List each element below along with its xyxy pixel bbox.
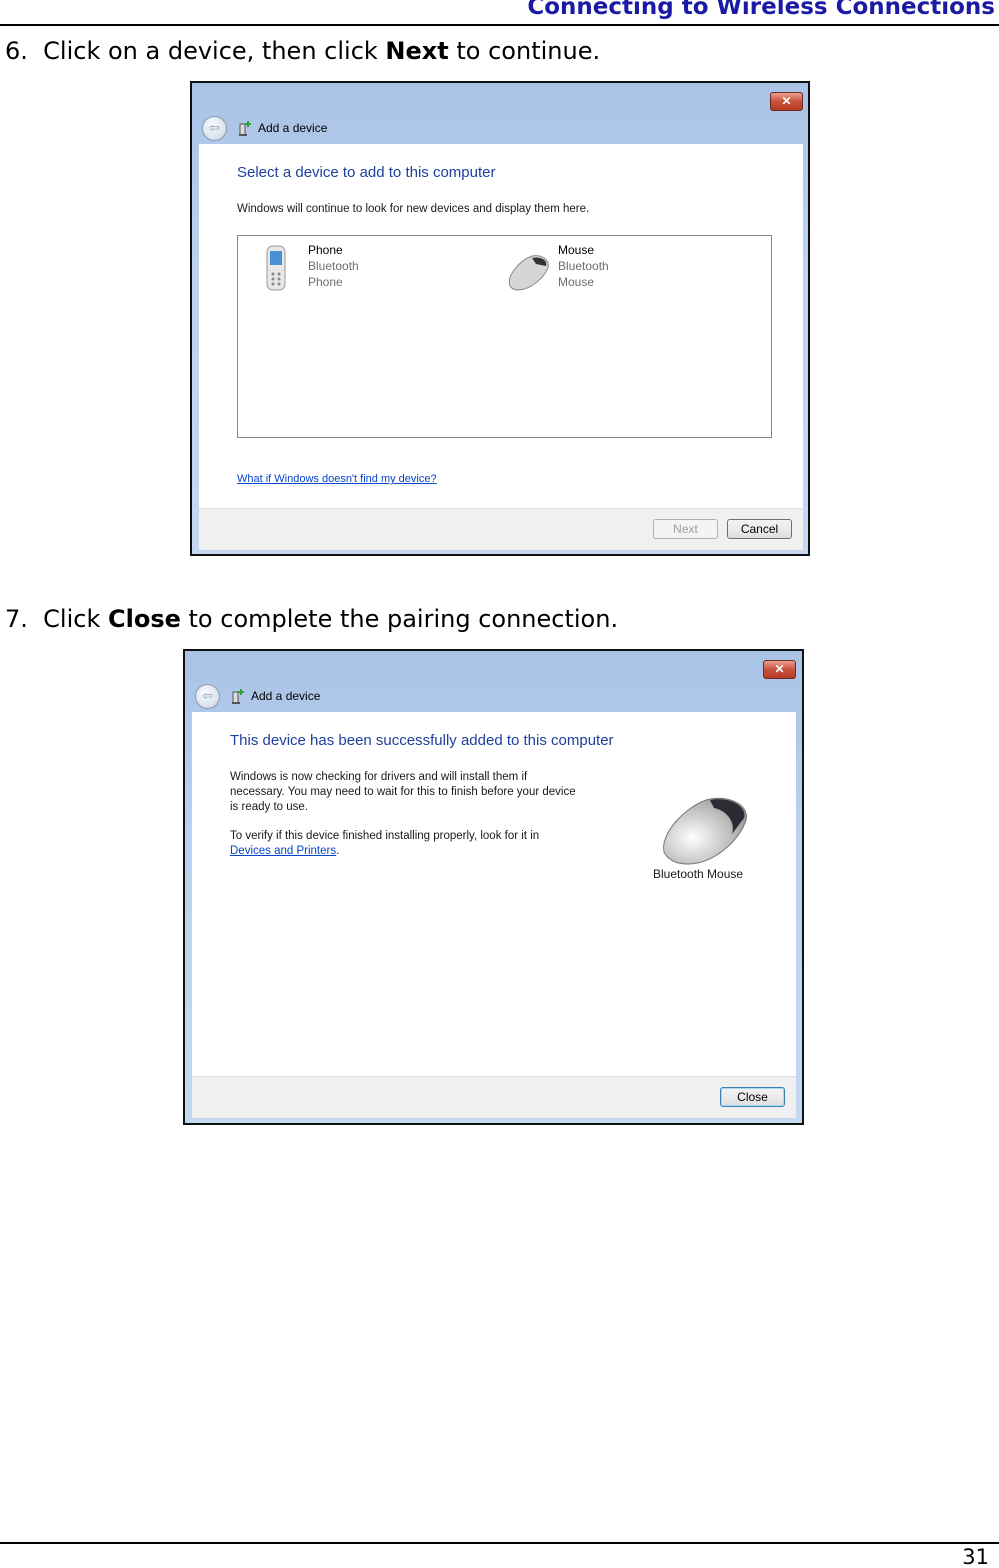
step-number: 6. — [5, 37, 28, 65]
text-suffix: . — [336, 845, 340, 857]
next-button[interactable]: Next — [653, 519, 718, 539]
phone-icon — [266, 245, 286, 291]
verify-text: To verify if this device finished instal… — [230, 829, 539, 859]
header-divider — [0, 24, 999, 26]
page-number: 31 — [962, 1545, 989, 1568]
dialog-description: Windows will continue to look for new de… — [237, 203, 590, 215]
device-list: Phone Bluetooth Phone Mouse Bluetooth Mo… — [237, 235, 772, 438]
text-line: necessary. You may need to wait for this… — [230, 786, 576, 798]
step-text: to continue. — [448, 37, 601, 65]
device-item-phone[interactable]: Phone Bluetooth Phone — [258, 242, 458, 294]
footer-divider — [0, 1542, 999, 1544]
add-device-dialog-select: ✕ ⇦ Add a device Select a device to add … — [190, 81, 810, 556]
step-number: 7. — [5, 605, 28, 633]
text-line: is ready to use. — [230, 801, 308, 813]
dialog-content: This device has been successfully added … — [192, 712, 796, 1076]
devices-and-printers-link[interactable]: Devices and Printers — [230, 845, 336, 857]
page-header-title: Connecting to Wireless Connections — [527, 0, 995, 20]
step-text: to complete the pairing connection. — [180, 605, 619, 633]
dialog-heading: This device has been successfully added … — [230, 732, 614, 749]
device-category: Mouse — [558, 275, 595, 289]
device-type: Bluetooth — [558, 259, 609, 273]
add-device-dialog-success: ✕ ⇦ Add a device This device has been su… — [183, 649, 804, 1125]
help-link[interactable]: What if Windows doesn't find my device? — [237, 472, 437, 487]
close-window-button[interactable]: ✕ — [763, 660, 796, 679]
text-line: Windows is now checking for drivers and … — [230, 771, 528, 783]
dialog-footer: Close — [192, 1076, 796, 1118]
driver-info-text: Windows is now checking for drivers and … — [230, 770, 576, 815]
manual-page: Connecting to Wireless Connections 6. Cl… — [0, 0, 999, 1568]
step-text: Click on a device, then click — [43, 37, 386, 65]
device-item-mouse[interactable]: Mouse Bluetooth Mouse — [506, 242, 706, 294]
dialog-title: Add a device — [251, 689, 321, 703]
dialog-footer: Next Cancel — [199, 508, 803, 550]
step-bold: Next — [385, 37, 449, 65]
step-text: Click — [43, 605, 108, 633]
close-button[interactable]: Close — [720, 1087, 785, 1107]
back-arrow-icon[interactable]: ⇦ — [195, 684, 220, 709]
step-7: 7. Click Close to complete the pairing c… — [5, 605, 618, 633]
bluetooth-mouse-icon — [663, 797, 747, 865]
device-type: Bluetooth — [308, 259, 359, 273]
device-name: Phone — [308, 243, 343, 257]
device-label: Bluetooth Mouse — [653, 867, 744, 881]
add-device-icon — [239, 121, 251, 136]
step-bold: Close — [108, 605, 181, 633]
close-window-button[interactable]: ✕ — [770, 92, 803, 111]
dialog-heading: Select a device to add to this computer — [237, 164, 496, 181]
mouse-icon — [508, 255, 549, 291]
back-arrow-icon[interactable]: ⇦ — [202, 116, 227, 141]
dialog-content: Select a device to add to this computer … — [199, 144, 803, 508]
dialog-title: Add a device — [258, 121, 328, 135]
cancel-button[interactable]: Cancel — [727, 519, 792, 539]
add-device-icon — [232, 689, 244, 704]
text-line: To verify if this device finished instal… — [230, 830, 540, 842]
step-6: 6. Click on a device, then click Next to… — [5, 37, 600, 65]
device-name: Mouse — [558, 243, 595, 257]
device-category: Phone — [308, 275, 343, 289]
